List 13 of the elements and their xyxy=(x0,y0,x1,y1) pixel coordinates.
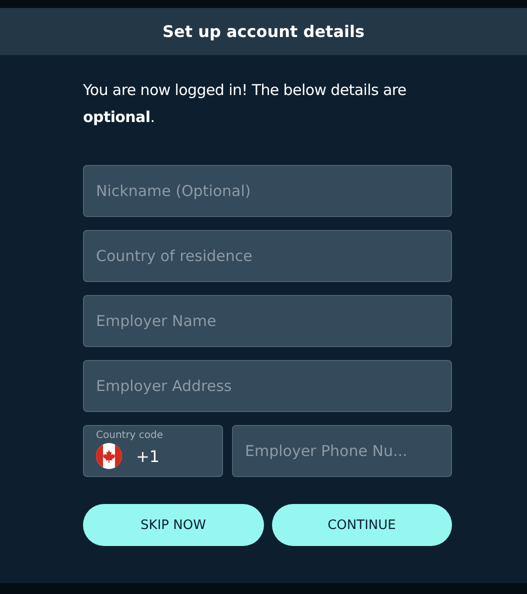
dialog-title: Set up account details xyxy=(162,22,364,41)
input-field[interactable]: Nickname (Optional) xyxy=(83,165,452,217)
intro-text: You are now logged in! The below details are optional. xyxy=(83,80,408,128)
flag-icon xyxy=(96,443,122,469)
input-field[interactable]: Employer Address xyxy=(83,360,452,412)
country-code-field[interactable]: Country code +1 xyxy=(83,425,223,477)
action-button[interactable]: SKIP NOW xyxy=(83,504,264,546)
field-label: Country code xyxy=(96,430,164,441)
country-code-value: +1 xyxy=(136,446,160,466)
action-button[interactable]: CONTINUE xyxy=(272,504,452,546)
phone-field[interactable]: Employer Phone Nu... xyxy=(232,425,452,477)
input-field[interactable]: Country of residence xyxy=(83,230,452,282)
input-field[interactable]: Employer Name xyxy=(83,295,452,347)
